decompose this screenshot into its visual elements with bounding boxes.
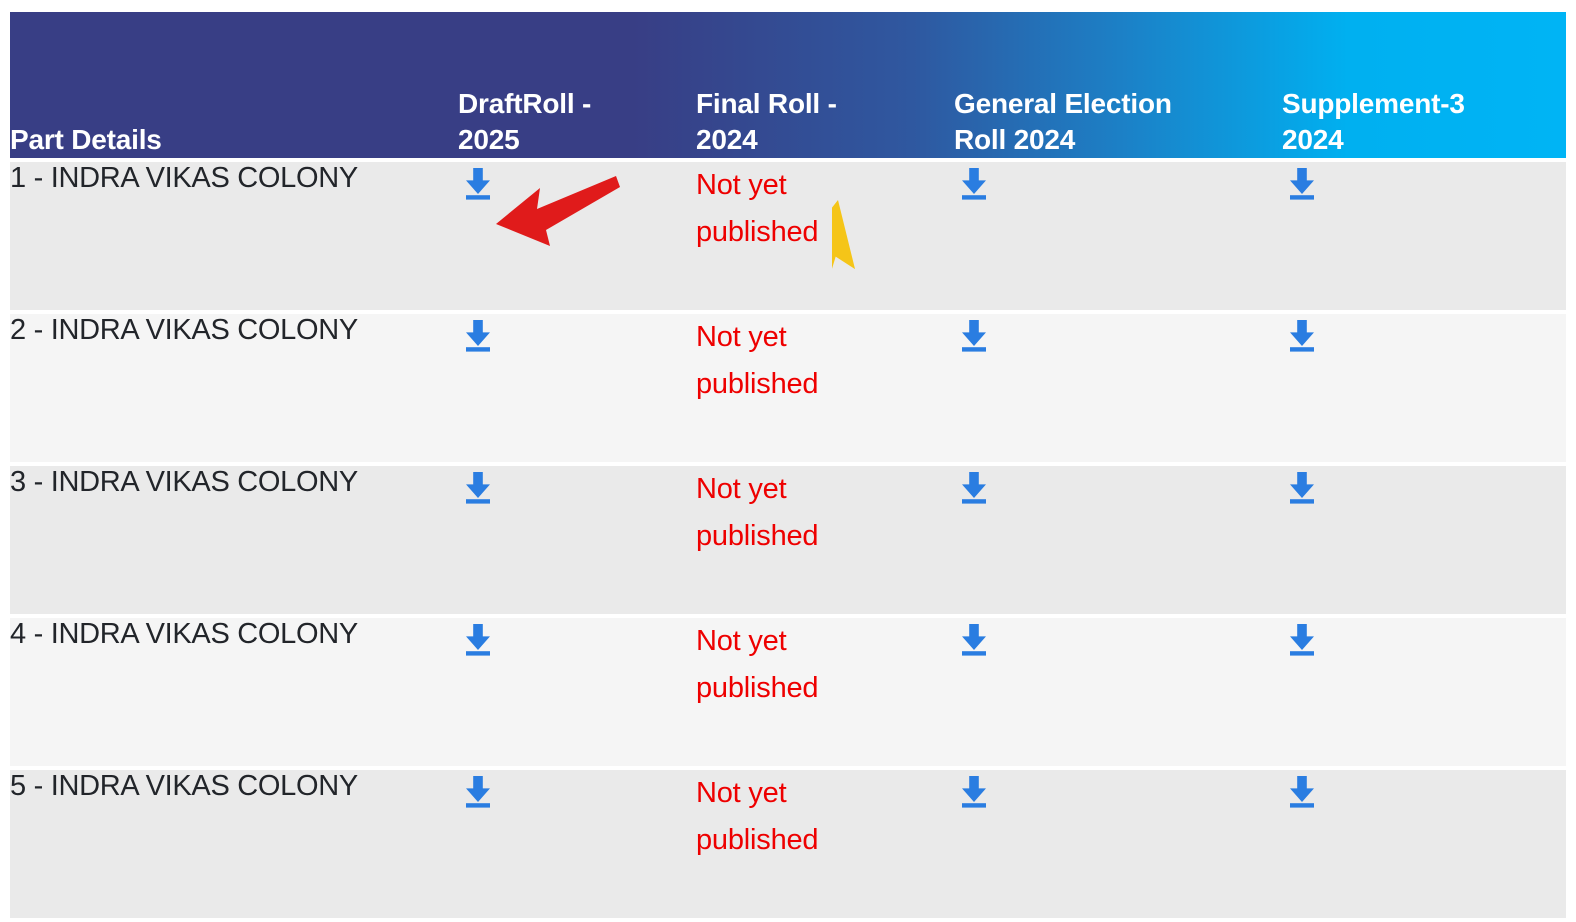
column-header-part-details: Part Details (10, 12, 458, 158)
cell-supplement-3 (1282, 618, 1566, 766)
download-icon[interactable] (1282, 162, 1322, 202)
column-header-general-election-line2: Roll 2024 (954, 124, 1076, 156)
download-icon[interactable] (954, 770, 994, 810)
cell-draft-roll (458, 466, 696, 614)
table-row: 4 - INDRA VIKAS COLONY Not yet published (10, 618, 1566, 766)
cell-final-roll: Not yet published (696, 466, 954, 614)
cell-supplement-3 (1282, 770, 1566, 918)
column-header-part-details-line1: Part Details (10, 124, 162, 156)
column-header-final-roll-line1: Final Roll - (696, 88, 837, 120)
cell-general-election-roll (954, 162, 1282, 310)
status-not-published: Not yet published (696, 169, 819, 248)
column-header-general-election-roll-2024: General Election Roll 2024 (954, 12, 1282, 158)
column-header-supplement-3-2024: Supplement-3 2024 (1282, 12, 1566, 158)
cell-supplement-3 (1282, 162, 1566, 310)
cell-part-name: 4 - INDRA VIKAS COLONY (10, 618, 458, 766)
status-not-published: Not yet published (696, 777, 819, 856)
cell-draft-roll (458, 314, 696, 462)
cell-part-name: 1 - INDRA VIKAS COLONY (10, 162, 458, 310)
table-header-row: Part Details DraftRoll - 2025 Final Roll… (10, 12, 1566, 158)
download-icon[interactable] (1282, 314, 1322, 354)
cell-general-election-roll (954, 466, 1282, 614)
column-header-draft-roll-2025: DraftRoll - 2025 (458, 12, 696, 158)
column-header-supplement-line1: Supplement-3 (1282, 88, 1465, 120)
cell-part-name: 5 - INDRA VIKAS COLONY (10, 770, 458, 918)
column-header-draft-roll-line1: DraftRoll - (458, 88, 592, 120)
column-header-final-roll-2024: Final Roll - 2024 (696, 12, 954, 158)
table-row: 5 - INDRA VIKAS COLONY Not yet published (10, 770, 1566, 918)
table-row: 3 - INDRA VIKAS COLONY Not yet published (10, 466, 1566, 614)
download-icon[interactable] (458, 618, 498, 658)
cell-part-name: 2 - INDRA VIKAS COLONY (10, 314, 458, 462)
cell-supplement-3 (1282, 466, 1566, 614)
column-header-draft-roll-line2: 2025 (458, 124, 520, 156)
column-header-supplement-line2: 2024 (1282, 124, 1344, 156)
status-not-published: Not yet published (696, 625, 819, 704)
part-details-table: Part Details DraftRoll - 2025 Final Roll… (10, 8, 1566, 922)
download-icon[interactable] (458, 162, 498, 202)
cell-final-roll: Not yet published (696, 770, 954, 918)
download-icon[interactable] (954, 466, 994, 506)
roll-table-container: Part Details DraftRoll - 2025 Final Roll… (10, 8, 1566, 922)
cell-general-election-roll (954, 314, 1282, 462)
cell-general-election-roll (954, 618, 1282, 766)
cell-final-roll: Not yet published (696, 618, 954, 766)
download-icon[interactable] (1282, 618, 1322, 658)
download-icon[interactable] (954, 618, 994, 658)
cell-general-election-roll (954, 770, 1282, 918)
download-icon[interactable] (458, 770, 498, 810)
download-icon[interactable] (458, 314, 498, 354)
status-not-published: Not yet published (696, 473, 819, 552)
table-row: 2 - INDRA VIKAS COLONY Not yet published (10, 314, 1566, 462)
cell-part-name: 3 - INDRA VIKAS COLONY (10, 466, 458, 614)
cell-final-roll: Not yet published (696, 162, 954, 310)
download-icon[interactable] (954, 162, 994, 202)
cell-draft-roll (458, 162, 696, 310)
download-icon[interactable] (1282, 466, 1322, 506)
screenshot-root: Part Details DraftRoll - 2025 Final Roll… (0, 0, 1576, 918)
download-icon[interactable] (458, 466, 498, 506)
cell-draft-roll (458, 618, 696, 766)
cell-draft-roll (458, 770, 696, 918)
column-header-general-election-line1: General Election (954, 88, 1172, 120)
column-header-final-roll-line2: 2024 (696, 124, 758, 156)
cell-final-roll: Not yet published (696, 314, 954, 462)
download-icon[interactable] (1282, 770, 1322, 810)
cell-supplement-3 (1282, 314, 1566, 462)
table-header: Part Details DraftRoll - 2025 Final Roll… (10, 12, 1566, 158)
table-body: 1 - INDRA VIKAS COLONY Not yet published (10, 162, 1566, 918)
status-not-published: Not yet published (696, 321, 819, 400)
table-row: 1 - INDRA VIKAS COLONY Not yet published (10, 162, 1566, 310)
download-icon[interactable] (954, 314, 994, 354)
